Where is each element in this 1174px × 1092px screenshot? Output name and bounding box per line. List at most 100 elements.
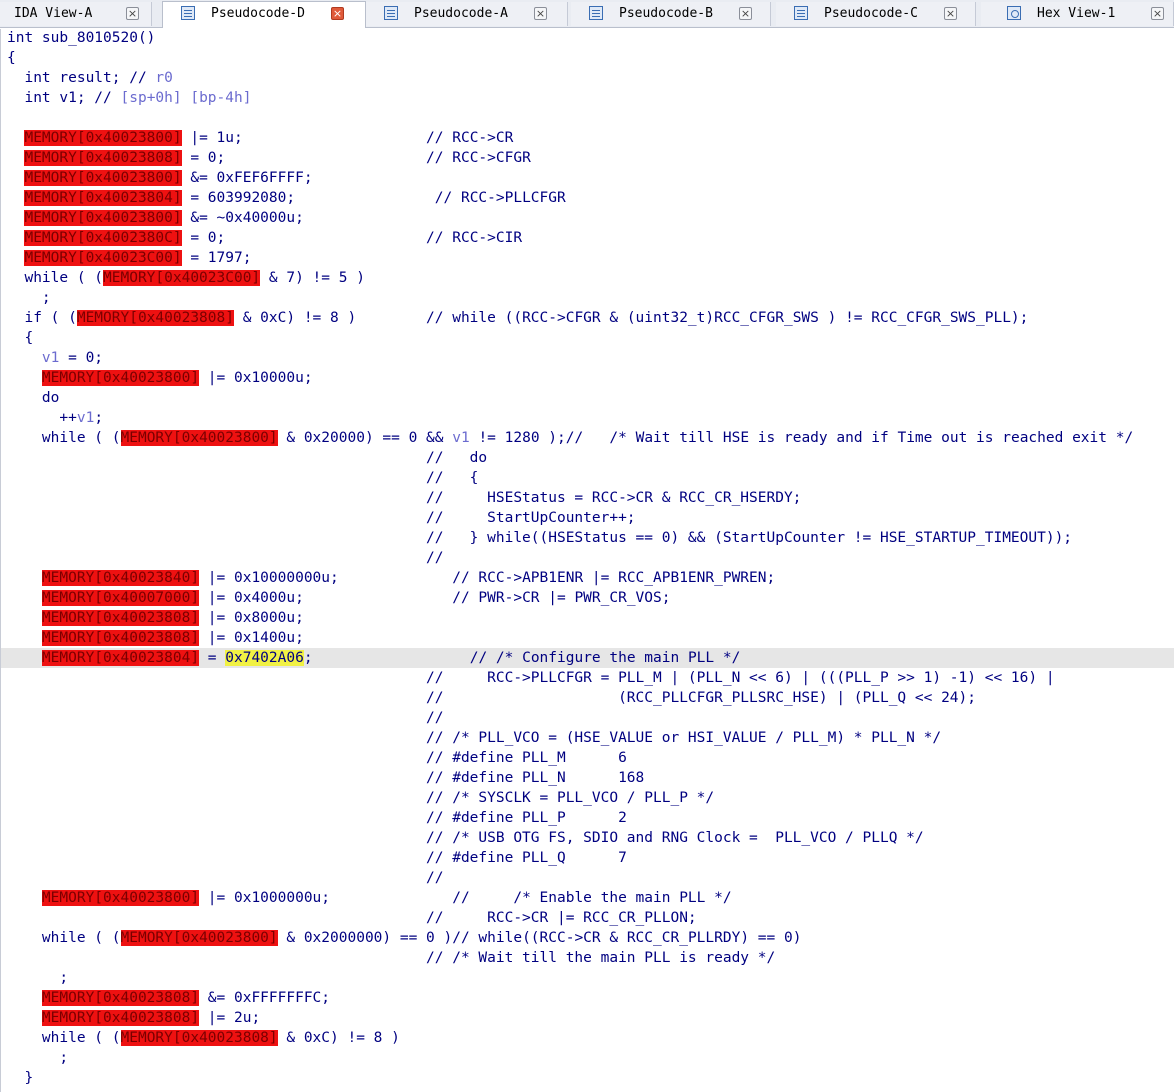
memory-reference[interactable]: MEMORY[0x40023808] [41,630,200,646]
code-line[interactable]: // RCC->CR |= RCC_CR_PLLON; [1,908,1174,928]
code-text: // StartUpCounter++; [7,510,636,526]
code-line[interactable]: // [1,868,1174,888]
code-line[interactable]: MEMORY[0x40023808] &= 0xFFFFFFFC; [1,988,1174,1008]
pseudocode-editor[interactable]: int sub_8010520() { int result; // r0 int… [0,29,1174,1092]
code-line[interactable]: MEMORY[0x40023808] |= 0x8000u; [1,608,1174,628]
code-line[interactable]: MEMORY[0x40023840] |= 0x10000000u; // RC… [1,568,1174,588]
memory-reference[interactable]: MEMORY[0x40023C00] [103,270,261,286]
code-line[interactable]: // /* USB OTG FS, SDIO and RNG Clock = P… [1,828,1174,848]
code-line[interactable]: MEMORY[0x40023800] |= 0x10000u; [1,368,1174,388]
memory-reference[interactable]: MEMORY[0x40023808] [41,1010,200,1026]
code-line[interactable]: ; [1,1048,1174,1068]
tab-pseudocode-b[interactable]: Pseudocode-B × [571,2,771,26]
memory-reference[interactable]: MEMORY[0x40023800] [24,170,182,186]
code-line[interactable]: // (RCC_PLLCFGR_PLLSRC_HSE) | (PLL_Q << … [1,688,1174,708]
code-line[interactable]: v1 = 0; [1,348,1174,368]
code-text: = 0; [59,350,104,366]
code-text: |= 0x10000000u; // RCC->APB1ENR |= RCC_A… [199,570,776,586]
close-tab-icon[interactable]: × [739,7,752,20]
memory-reference[interactable]: MEMORY[0x40023808] [41,990,200,1006]
memory-reference[interactable]: MEMORY[0x40023808] [76,310,234,326]
code-line[interactable]: int v1; // [sp+0h] [bp-4h] [1,88,1174,108]
code-line[interactable]: // #define PLL_Q 7 [1,848,1174,868]
code-line[interactable]: do [1,388,1174,408]
code-line[interactable]: while ( (MEMORY[0x40023800] & 0x20000) =… [1,428,1174,448]
close-tab-icon[interactable]: × [126,7,139,20]
memory-reference[interactable]: MEMORY[0x40023808] [24,150,182,166]
code-line[interactable]: // StartUpCounter++; [1,508,1174,528]
code-line[interactable]: // /* PLL_VCO = (HSE_VALUE or HSI_VALUE … [1,728,1174,748]
tab-pseudocode-c[interactable]: Pseudocode-C × [776,2,976,26]
code-line[interactable]: // #define PLL_M 6 [1,748,1174,768]
code-line[interactable] [1,108,1174,128]
code-line[interactable]: MEMORY[0x40023808] |= 2u; [1,1008,1174,1028]
tab-ida-view-a[interactable]: IDA View-A × [0,2,152,26]
memory-reference[interactable]: MEMORY[0x40023800] [41,370,200,386]
code-line[interactable]: ++v1; [1,408,1174,428]
code-line[interactable]: while ( (MEMORY[0x40023800] & 0x2000000)… [1,928,1174,948]
memory-reference[interactable]: MEMORY[0x40023800] [120,430,278,446]
close-tab-icon[interactable]: × [534,7,547,20]
code-line[interactable]: if ( (MEMORY[0x40023808] & 0xC) != 8 ) /… [1,308,1174,328]
code-line[interactable]: { [1,48,1174,68]
code-line[interactable]: MEMORY[0x4002380C] = 0; // RCC->CIR [1,228,1174,248]
code-line[interactable]: int result; // r0 [1,68,1174,88]
memory-reference[interactable]: MEMORY[0x40023840] [41,570,200,586]
highlighted-constant[interactable]: 0x7402A06 [225,650,304,666]
code-line[interactable]: while ( (MEMORY[0x40023C00] & 7) != 5 ) [1,268,1174,288]
memory-reference[interactable]: MEMORY[0x40023800] [24,210,182,226]
memory-reference[interactable]: MEMORY[0x40023800] [41,890,200,906]
code-text: // (RCC_PLLCFGR_PLLSRC_HSE) | (PLL_Q << … [7,690,977,706]
memory-reference[interactable]: MEMORY[0x40023808] [41,610,200,626]
code-line[interactable]: int sub_8010520() [1,28,1174,48]
code-line[interactable]: } [1,1068,1174,1088]
code-line[interactable]: MEMORY[0x40023800] |= 1u; // RCC->CR [1,128,1174,148]
code-line[interactable]: // } while((HSEStatus == 0) && (StartUpC… [1,528,1174,548]
code-line[interactable]: { [1,328,1174,348]
variable-reference[interactable]: v1 [452,430,469,446]
code-line[interactable]: MEMORY[0x40023C00] = 1797; [1,248,1174,268]
code-line[interactable]: MEMORY[0x40023804] = 603992080; // RCC->… [1,188,1174,208]
memory-reference[interactable]: MEMORY[0x40007000] [41,590,200,606]
memory-reference[interactable]: MEMORY[0x40023804] [24,190,182,206]
memory-reference[interactable]: MEMORY[0x40023800] [120,930,278,946]
current-code-line[interactable]: MEMORY[0x40023804] = 0x7402A06; // /* Co… [1,648,1174,668]
memory-reference[interactable]: MEMORY[0x40023808] [120,1030,278,1046]
code-line[interactable]: // #define PLL_N 168 [1,768,1174,788]
close-tab-icon[interactable]: × [944,7,957,20]
code-line[interactable]: // RCC->PLLCFGR = PLL_M | (PLL_N << 6) |… [1,668,1174,688]
code-line[interactable]: // /* SYSCLK = PLL_VCO / PLL_P */ [1,788,1174,808]
variable-reference[interactable]: [sp+0h] [bp-4h] [121,90,252,106]
tab-hex-view-1[interactable]: Hex View-1 × [981,2,1174,26]
tab-pseudocode-d[interactable]: Pseudocode-D × [162,1,366,28]
code-line[interactable]: ; [1,968,1174,988]
variable-reference[interactable]: v1 [42,350,59,366]
code-line[interactable]: while ( (MEMORY[0x40023808] & 0xC) != 8 … [1,1028,1174,1048]
code-line[interactable]: MEMORY[0x40023800] |= 0x1000000u; // /* … [1,888,1174,908]
memory-reference[interactable]: MEMORY[0x4002380C] [24,230,182,246]
code-line[interactable]: // HSEStatus = RCC->CR & RCC_CR_HSERDY; [1,488,1174,508]
code-line[interactable]: // [1,548,1174,568]
code-line[interactable]: MEMORY[0x40007000] |= 0x4000u; // PWR->C… [1,588,1174,608]
close-tab-icon[interactable]: × [331,7,344,20]
pseudocode-icon [384,6,398,20]
variable-reference[interactable]: v1 [77,410,94,426]
memory-reference[interactable]: MEMORY[0x40023800] [24,130,182,146]
code-text: &= ~0x40000u; [181,210,304,226]
code-line[interactable]: // /* Wait till the main PLL is ready */ [1,948,1174,968]
code-line[interactable]: ; [1,288,1174,308]
close-tab-icon[interactable]: × [1151,7,1164,20]
code-line[interactable]: MEMORY[0x40023800] &= ~0x40000u; [1,208,1174,228]
code-line[interactable]: // do [1,448,1174,468]
code-line[interactable]: MEMORY[0x40023800] &= 0xFEF6FFFF; [1,168,1174,188]
code-line[interactable]: // [1,708,1174,728]
variable-reference[interactable]: r0 [155,70,172,86]
memory-reference[interactable]: MEMORY[0x40023804] [41,650,200,666]
tab-pseudocode-a[interactable]: Pseudocode-A × [366,2,568,26]
code-line[interactable]: MEMORY[0x40023808] |= 0x1400u; [1,628,1174,648]
code-line[interactable]: MEMORY[0x40023808] = 0; // RCC->CFGR [1,148,1174,168]
memory-reference[interactable]: MEMORY[0x40023C00] [24,250,182,266]
code-line[interactable]: // #define PLL_P 2 [1,808,1174,828]
code-line[interactable]: // { [1,468,1174,488]
